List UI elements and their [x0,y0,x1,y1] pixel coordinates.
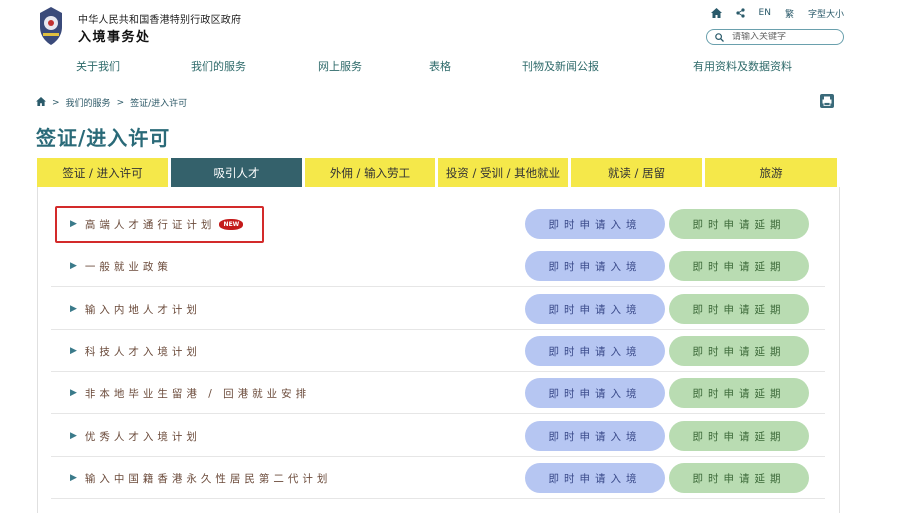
top-tools: EN 繁 字型大小 [697,6,844,20]
scheme-label: 输入内地人才计划 [84,303,201,316]
nav-item-forms[interactable]: 表格 [429,58,451,74]
tab-visa-entry[interactable]: 签证 / 进入许可 [37,158,168,187]
tab-talent[interactable]: 吸引人才 [171,158,302,187]
list-item: ▶ 输入内地人才计划 即时申请入境 即时申请延期 [38,288,841,330]
language-en-link[interactable]: EN [759,6,771,20]
government-name: 中华人民共和国香港特别行政区政府 [78,15,242,26]
apply-extension-button[interactable]: 即时申请延期 [669,421,809,451]
breadcrumb-separator: > [116,97,125,108]
apply-extension-button[interactable]: 即时申请延期 [669,378,809,408]
list-item: ▶ 一般就业政策 即时申请入境 即时申请延期 [38,245,841,287]
list-item: ▶ 非本地毕业生留港 / 回港就业安排 即时申请入境 即时申请延期 [38,372,841,414]
new-badge: NEW [219,218,244,230]
apply-entry-button[interactable]: 即时申请入境 [525,209,665,239]
apply-extension-button[interactable]: 即时申请延期 [669,294,809,324]
triangle-right-icon: ▶ [70,431,77,441]
search-input[interactable] [732,32,842,42]
apply-entry-button[interactable]: 即时申请入境 [525,378,665,408]
scheme-link[interactable]: ▶ 科技人才入境计划 [70,330,201,372]
search-box[interactable] [706,29,844,45]
triangle-right-icon: ▶ [70,261,77,271]
nav-item-useful-info[interactable]: 有用资料及数据资料 [693,58,792,74]
nav-item-about[interactable]: 关于我们 [76,58,120,74]
nav-item-online-services[interactable]: 网上服务 [318,58,362,74]
schemes-panel: ▶ 高端人才通行证计划 NEW 即时申请入境 即时申请延期 ▶ 一般就业政策 即… [37,187,840,513]
print-icon[interactable] [820,94,834,108]
triangle-right-icon: ▶ [70,388,77,398]
apply-extension-button[interactable]: 即时申请延期 [669,463,809,493]
row-divider [51,498,825,499]
share-icon[interactable] [735,6,745,20]
scheme-label: 高端人才通行证计划 [84,218,216,231]
tab-travel[interactable]: 旅游 [705,158,837,187]
scheme-link[interactable]: ▶ 高端人才通行证计划 NEW [70,203,244,245]
apply-entry-button[interactable]: 即时申请入境 [525,336,665,366]
category-tabs: 签证 / 进入许可 吸引人才 外佣 / 输入劳工 投资 / 受训 / 其他就业 … [37,158,840,187]
tab-investment-training[interactable]: 投资 / 受训 / 其他就业 [438,158,568,187]
tab-study-residence[interactable]: 就读 / 居留 [571,158,702,187]
page-title: 签证/进入许可 [36,126,171,150]
row-divider [51,286,825,287]
breadcrumb-item-visa[interactable]: 签证/进入许可 [130,96,187,109]
triangle-right-icon: ▶ [70,473,77,483]
home-icon[interactable] [710,6,722,20]
apply-entry-button[interactable]: 即时申请入境 [525,251,665,281]
scheme-link[interactable]: ▶ 输入内地人才计划 [70,288,201,330]
site-header: 中华人民共和国香港特别行政区政府 入境事务处 EN 繁 字型大小 [0,0,900,55]
scheme-link[interactable]: ▶ 非本地毕业生留港 / 回港就业安排 [70,372,310,414]
font-size-link[interactable]: 字型大小 [808,6,844,20]
triangle-right-icon: ▶ [70,304,77,314]
nav-item-services[interactable]: 我们的服务 [191,58,246,74]
home-icon[interactable] [36,96,46,109]
list-item: ▶ 高端人才通行证计划 NEW 即时申请入境 即时申请延期 [38,203,841,245]
scheme-label: 输入中国籍香港永久性居民第二代计划 [84,472,332,485]
apply-extension-button[interactable]: 即时申请延期 [669,209,809,239]
triangle-right-icon: ▶ [70,346,77,356]
search-icon[interactable] [715,32,724,42]
row-divider [51,413,825,414]
scheme-label: 优秀人才入境计划 [84,430,201,443]
scheme-label: 非本地毕业生留港 / 回港就业安排 [84,387,311,400]
nav-item-publications[interactable]: 刊物及新闻公报 [522,58,599,74]
scheme-link[interactable]: ▶ 优秀人才入境计划 [70,415,201,457]
scheme-link[interactable]: ▶ 一般就业政策 [70,245,172,287]
department-name[interactable]: 入境事务处 [78,26,151,45]
apply-extension-button[interactable]: 即时申请延期 [669,336,809,366]
triangle-right-icon: ▶ [70,219,77,229]
list-item: ▶ 输入中国籍香港永久性居民第二代计划 即时申请入境 即时申请延期 [38,457,841,499]
scheme-link[interactable]: ▶ 输入中国籍香港永久性居民第二代计划 [70,457,331,499]
apply-extension-button[interactable]: 即时申请延期 [669,251,809,281]
apply-entry-button[interactable]: 即时申请入境 [525,294,665,324]
immigration-logo[interactable] [36,5,66,47]
main-nav: 关于我们 我们的服务 网上服务 表格 刊物及新闻公报 有用资料及数据资料 [0,58,900,76]
list-item: ▶ 科技人才入境计划 即时申请入境 即时申请延期 [38,330,841,372]
breadcrumb: > 我们的服务 > 签证/进入许可 [36,96,187,109]
scheme-label: 科技人才入境计划 [84,345,201,358]
list-item: ▶ 优秀人才入境计划 即时申请入境 即时申请延期 [38,415,841,457]
language-traditional-link[interactable]: 繁 [785,6,794,20]
apply-entry-button[interactable]: 即时申请入境 [525,463,665,493]
tab-domestic-helpers[interactable]: 外佣 / 输入劳工 [305,158,435,187]
scheme-label: 一般就业政策 [84,260,172,273]
breadcrumb-item-services[interactable]: 我们的服务 [66,96,111,109]
apply-entry-button[interactable]: 即时申请入境 [525,421,665,451]
breadcrumb-separator: > [52,97,60,108]
